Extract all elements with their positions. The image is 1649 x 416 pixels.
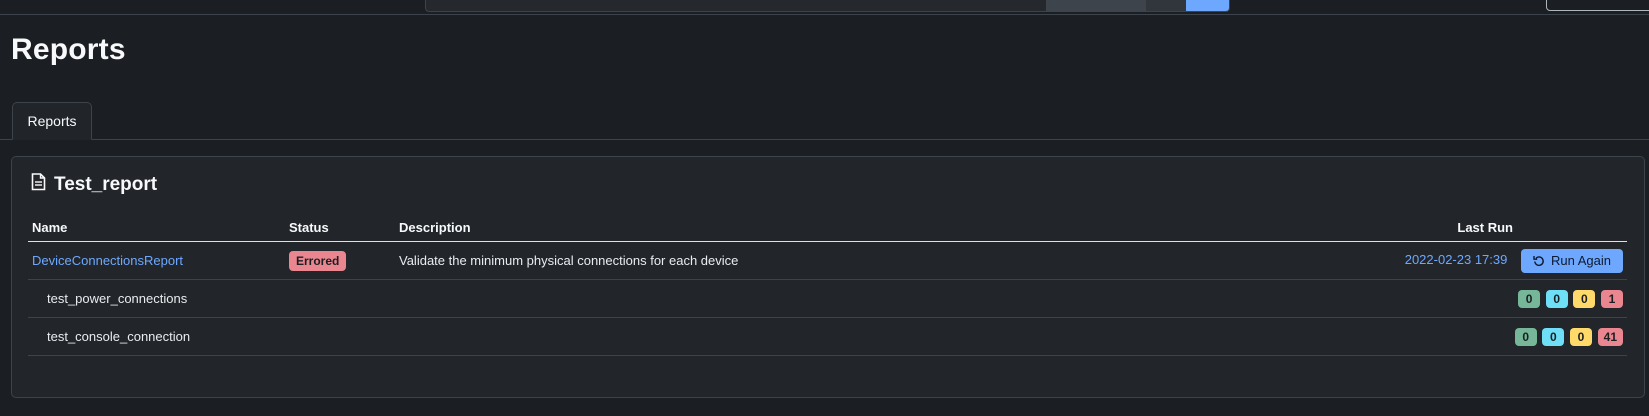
run-again-button[interactable]: Run Again	[1521, 248, 1623, 273]
warning-count-badge: 0	[1570, 327, 1593, 346]
card-title-text: Test_report	[54, 174, 158, 195]
info-count-badge: 0	[1542, 327, 1565, 346]
failure-count-badge: 41	[1597, 327, 1623, 346]
failure-count-badge: 1	[1601, 289, 1623, 308]
table-row: test_console_connection 0 0 0 41	[28, 317, 1627, 356]
search-filter-button[interactable]	[1046, 0, 1146, 11]
rerun-icon	[1533, 255, 1544, 266]
test-name: test_power_connections	[28, 279, 1142, 318]
user-menu-button[interactable]	[1546, 0, 1649, 11]
file-document-icon	[31, 173, 46, 197]
column-header-last-run: Last Run	[1141, 213, 1627, 242]
table-row: DeviceConnectionsReport Errored Validate…	[28, 241, 1627, 280]
search-clear-button[interactable]	[1146, 0, 1186, 11]
report-name-link[interactable]: DeviceConnectionsReport	[32, 253, 183, 268]
test-name: test_console_connection	[28, 317, 1142, 356]
success-count-badge: 0	[1514, 327, 1537, 346]
search-submit-button[interactable]	[1186, 0, 1229, 11]
tab-bar: Reports	[0, 102, 1649, 140]
tab-reports[interactable]: Reports	[12, 102, 92, 140]
success-count-badge: 0	[1518, 289, 1541, 308]
run-again-label: Run Again	[1551, 253, 1611, 268]
last-run-link[interactable]: 2022-02-23 17:39	[1405, 252, 1508, 267]
test-result-counts: 0 0 0 1	[1141, 279, 1627, 318]
report-module-card: Test_report Name Status Description Last…	[11, 156, 1645, 398]
global-search-bar[interactable]	[425, 0, 1230, 12]
column-header-name: Name	[28, 213, 285, 242]
report-description: Validate the minimum physical connection…	[395, 241, 1142, 280]
reports-table: Name Status Description Last Run DeviceC…	[28, 213, 1627, 356]
report-name-cell: DeviceConnectionsReport	[28, 241, 285, 280]
column-header-description: Description	[395, 213, 1142, 242]
column-header-status: Status	[285, 213, 395, 242]
report-status-cell: Errored	[285, 241, 395, 280]
info-count-badge: 0	[1545, 289, 1568, 308]
card-title: Test_report	[31, 173, 157, 197]
top-navbar	[0, 0, 1649, 15]
test-result-counts: 0 0 0 41	[1141, 317, 1627, 356]
status-badge: Errored	[289, 250, 347, 271]
page-title: Reports	[11, 33, 126, 66]
table-row: test_power_connections 0 0 0 1	[28, 279, 1627, 318]
warning-count-badge: 0	[1573, 289, 1596, 308]
last-run-cell: 2022-02-23 17:39 Run Again	[1141, 241, 1627, 280]
table-header-row: Name Status Description Last Run	[28, 213, 1627, 242]
